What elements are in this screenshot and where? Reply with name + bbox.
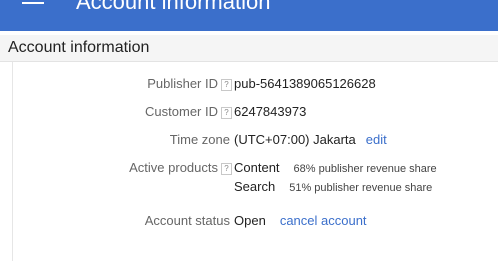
customer-id-value: 6247843973 xyxy=(234,104,307,119)
help-icon[interactable]: ? xyxy=(221,107,232,119)
app-header: Account information xyxy=(0,0,498,31)
app-title: Account information xyxy=(76,0,271,14)
account-status-label: Account status xyxy=(144,213,230,228)
section-title: Account information xyxy=(8,39,150,56)
section-header: Account information xyxy=(0,35,498,62)
help-icon[interactable]: ? xyxy=(221,163,232,175)
account-status-value-cell: Open cancel account xyxy=(234,213,367,228)
publisher-id-value: pub-5641389065126628 xyxy=(234,76,376,91)
main-content: Account information Publisher ID? pub-56… xyxy=(0,31,498,261)
time-zone-value-cell: (UTC+07:00) Jakarta edit xyxy=(234,132,387,147)
time-zone-label: Time zone xyxy=(169,132,230,147)
account-status-value: Open xyxy=(234,213,266,228)
edit-time-zone-link[interactable]: edit xyxy=(366,132,387,147)
publisher-id-label: Publisher ID xyxy=(147,76,218,91)
customer-id-label-cell: Customer ID? xyxy=(145,104,232,119)
hamburger-menu-icon[interactable] xyxy=(22,0,44,10)
product-search: Search 51% publisher revenue share xyxy=(234,179,432,194)
time-zone-value: (UTC+07:00) Jakarta xyxy=(234,132,356,147)
active-products-label: Active products xyxy=(129,160,218,175)
revenue-share: 68% publisher revenue share xyxy=(293,163,437,175)
help-icon[interactable]: ? xyxy=(221,79,232,91)
revenue-share: 51% publisher revenue share xyxy=(289,182,433,194)
customer-id-label: Customer ID xyxy=(145,104,218,119)
product-name: Search xyxy=(234,179,276,194)
account-info-table: Publisher ID? pub-5641389065126628 Custo… xyxy=(12,62,498,261)
cancel-account-link[interactable]: cancel account xyxy=(280,213,367,228)
product-name: Content xyxy=(234,160,280,175)
publisher-id-label-cell: Publisher ID? xyxy=(147,76,232,91)
active-products-label-cell: Active products? xyxy=(129,160,232,175)
product-content: Content 68% publisher revenue share xyxy=(234,160,437,175)
